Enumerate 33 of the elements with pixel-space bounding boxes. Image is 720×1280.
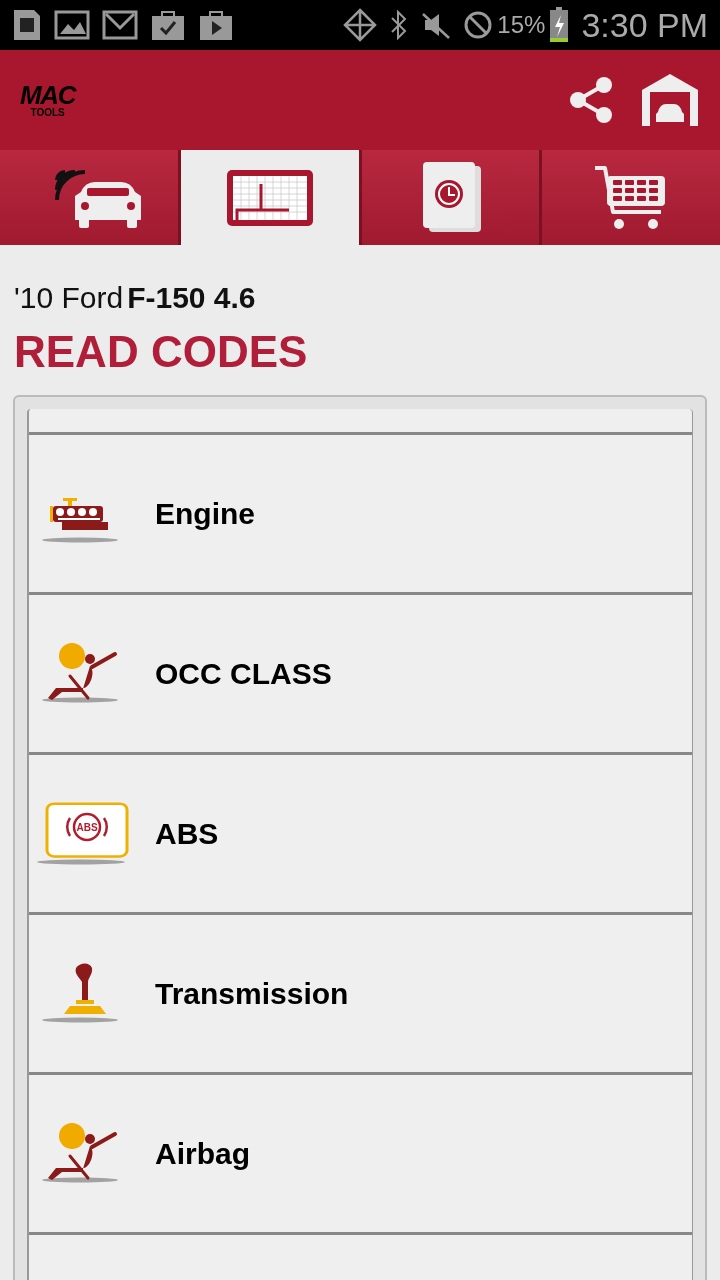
system-list-item[interactable]: Airbag bbox=[29, 1075, 692, 1235]
system-list-item[interactable]: ABS ABS bbox=[29, 755, 692, 915]
logo-text: MAC bbox=[20, 82, 76, 108]
battery-percent: 15% bbox=[497, 10, 546, 40]
system-label: Engine bbox=[155, 496, 255, 532]
vehicle-model: F-150 4.6 bbox=[127, 280, 256, 316]
blocked-icon bbox=[463, 10, 494, 40]
system-label: OCC CLASS bbox=[155, 656, 332, 692]
image-icon bbox=[54, 10, 90, 40]
play-store-icon bbox=[198, 8, 234, 42]
battery-charging-icon bbox=[549, 7, 570, 43]
mail-icon bbox=[102, 10, 138, 40]
system-list-item[interactable]: OCC CLASS bbox=[29, 595, 692, 755]
tab[interactable] bbox=[0, 150, 178, 245]
garage-icon bbox=[640, 72, 700, 128]
clock-time: 3:30 PM bbox=[581, 4, 708, 46]
code-grid-icon bbox=[224, 167, 315, 228]
sim-card-icon bbox=[12, 8, 42, 42]
location-icon bbox=[343, 8, 378, 42]
system-label: Airbag bbox=[155, 1136, 250, 1172]
logo-subtext: TOOLS bbox=[30, 108, 65, 118]
system-list-item[interactable]: Transmission bbox=[29, 915, 692, 1075]
system-list-item[interactable]: Engine bbox=[29, 435, 692, 595]
tab[interactable] bbox=[542, 150, 720, 245]
tab[interactable] bbox=[361, 150, 540, 245]
muted-speaker-icon bbox=[421, 10, 452, 40]
system-label: ABS bbox=[155, 816, 219, 852]
vehicle-year-make: '10 Ford bbox=[14, 280, 124, 316]
tab[interactable] bbox=[180, 150, 359, 245]
garage-button[interactable] bbox=[640, 72, 700, 128]
system-label: Transmission bbox=[155, 976, 349, 1012]
page-title: READ CODES bbox=[13, 326, 309, 378]
task-bag-icon bbox=[150, 8, 186, 42]
